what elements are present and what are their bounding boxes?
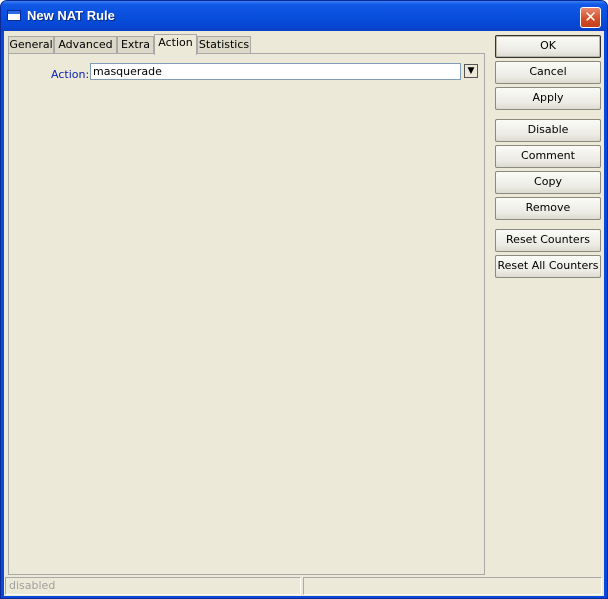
window-icon bbox=[7, 10, 21, 21]
cancel-button[interactable]: Cancel bbox=[495, 61, 601, 84]
remove-button[interactable]: Remove bbox=[495, 197, 601, 220]
tab-general[interactable]: General bbox=[8, 36, 54, 54]
dialog-body: General Advanced Extra Action Statistics… bbox=[4, 31, 604, 596]
tab-extra[interactable]: Extra bbox=[117, 36, 154, 54]
tab-panel: Action: masquerade ▼ bbox=[8, 53, 485, 575]
title-bar[interactable]: New NAT Rule ✕ bbox=[1, 1, 607, 31]
status-text: disabled bbox=[5, 577, 301, 595]
tab-statistics[interactable]: Statistics bbox=[197, 36, 251, 54]
status-secondary bbox=[303, 577, 602, 595]
tab-advanced[interactable]: Advanced bbox=[54, 36, 117, 54]
window: New NAT Rule ✕ General Advanced Extra Ac… bbox=[0, 0, 608, 599]
ok-button[interactable]: OK bbox=[495, 35, 601, 58]
window-title: New NAT Rule bbox=[27, 8, 115, 23]
status-bar: disabled bbox=[4, 576, 604, 596]
disable-button[interactable]: Disable bbox=[495, 119, 601, 142]
tab-action[interactable]: Action bbox=[154, 34, 197, 55]
comment-button[interactable]: Comment bbox=[495, 145, 601, 168]
reset-all-counters-button[interactable]: Reset All Counters bbox=[495, 255, 601, 278]
reset-counters-button[interactable]: Reset Counters bbox=[495, 229, 601, 252]
apply-button[interactable]: Apply bbox=[495, 87, 601, 110]
copy-button[interactable]: Copy bbox=[495, 171, 601, 194]
close-button[interactable]: ✕ bbox=[580, 7, 601, 28]
dropdown-arrow-icon[interactable]: ▼ bbox=[464, 64, 478, 78]
action-label: Action: bbox=[51, 68, 90, 81]
action-select[interactable]: masquerade bbox=[90, 63, 461, 80]
